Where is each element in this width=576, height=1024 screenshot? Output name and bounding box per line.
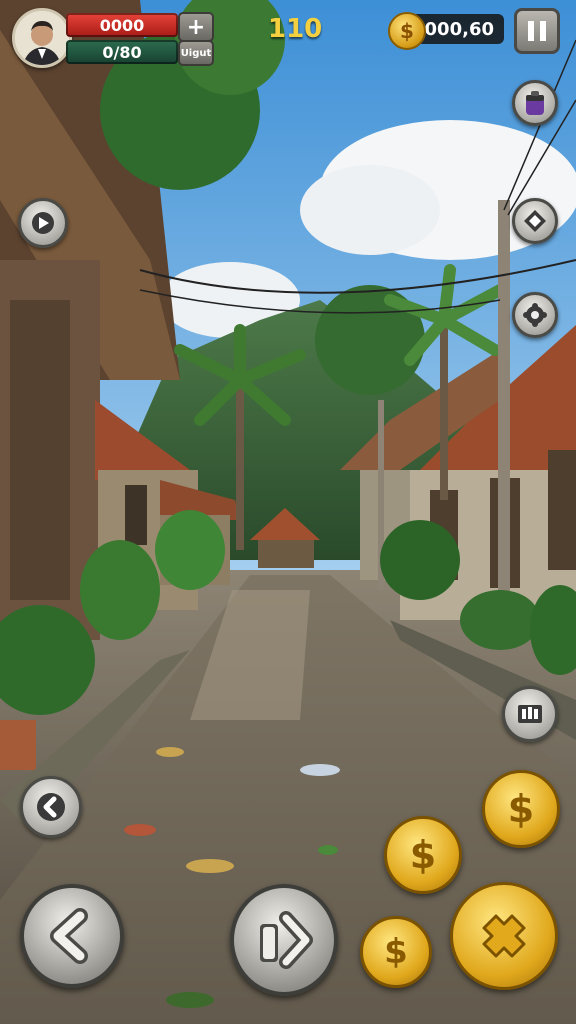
back-arrow-icon <box>37 793 65 821</box>
dollar-icon: $ <box>507 787 535 831</box>
action-cross-icon <box>482 914 526 958</box>
coin-icon: $ <box>388 12 426 50</box>
settings-button[interactable] <box>512 292 558 338</box>
sound-button[interactable] <box>18 198 68 248</box>
tag-icon <box>524 210 546 232</box>
map-icon <box>518 705 542 723</box>
left-arrow-icon <box>50 908 88 964</box>
health-bar: 0000 <box>66 13 178 37</box>
settings-icon <box>523 303 547 327</box>
pause-icon <box>528 21 546 41</box>
dollar-icon: $ <box>384 932 408 972</box>
backpack-icon <box>526 91 544 115</box>
village-street-scene <box>0 0 576 1024</box>
pause-button[interactable] <box>514 8 560 54</box>
add-health-button[interactable]: + <box>178 12 214 42</box>
move-right-button[interactable] <box>230 884 338 996</box>
coin-action-button-2[interactable]: $ <box>384 816 462 894</box>
health-value: 0000 <box>99 15 145 35</box>
coin-value: 000,60 <box>424 18 494 40</box>
dollar-icon: $ <box>409 833 437 877</box>
move-left-button[interactable] <box>20 884 124 988</box>
inventory-bag-button[interactable] <box>512 80 558 126</box>
add-icon: + <box>186 14 206 40</box>
xp-value: 0/80 <box>102 42 142 62</box>
small-label-button[interactable]: Uigut <box>178 40 214 66</box>
coin-action-button-3[interactable]: $ <box>360 916 432 988</box>
right-arrow-icon <box>260 911 313 969</box>
score-counter: 110 <box>268 14 323 44</box>
primary-action-button[interactable] <box>450 882 558 990</box>
map-button[interactable] <box>502 686 558 742</box>
player-portrait-icon <box>15 11 69 65</box>
small-label: Uigut <box>180 47 212 59</box>
player-avatar[interactable] <box>12 8 72 68</box>
coin-action-button-1[interactable]: $ <box>482 770 560 848</box>
xp-bar: 0/80 <box>66 40 178 64</box>
tag-button[interactable] <box>512 198 558 244</box>
sound-icon <box>32 212 54 234</box>
back-button[interactable] <box>20 776 82 838</box>
